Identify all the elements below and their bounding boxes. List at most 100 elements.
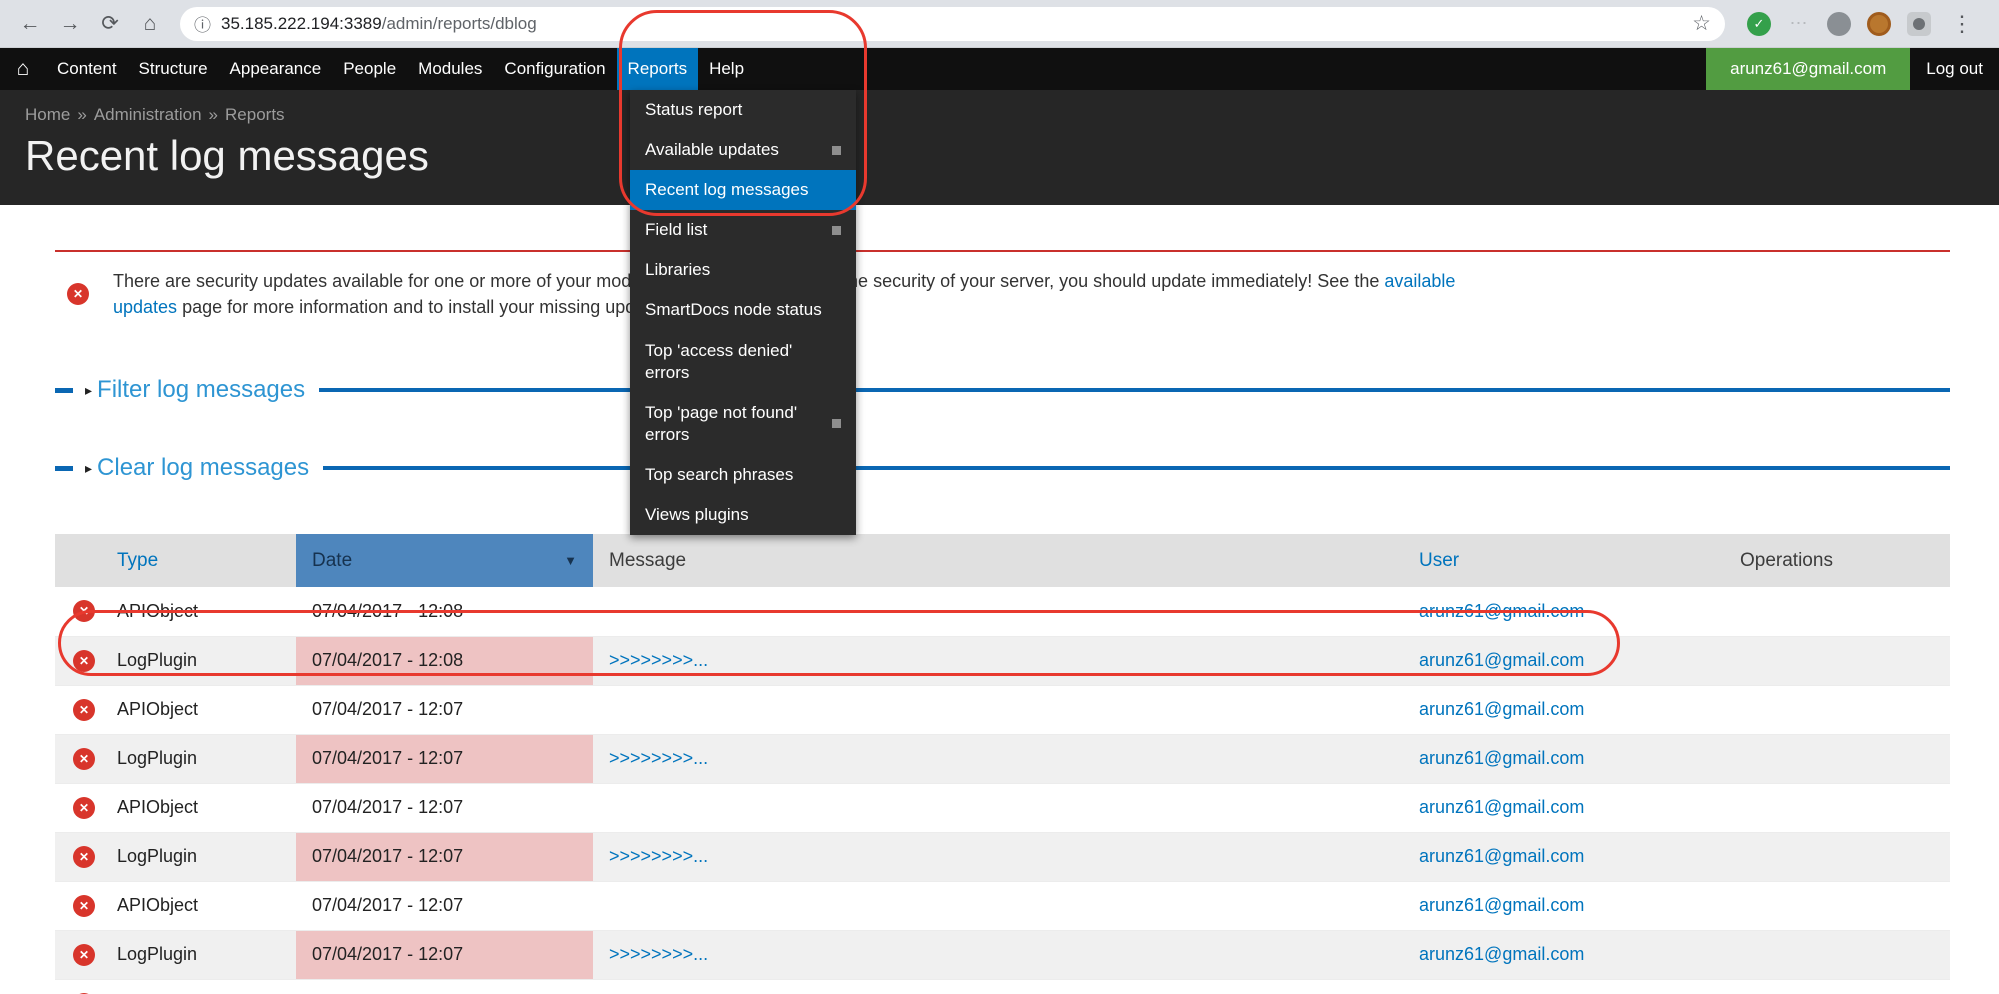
logout-link[interactable]: Log out — [1910, 48, 1999, 90]
log-table-row: ✕ LogPlugin 07/04/2017 - 12:07 >>>>>>>>.… — [55, 930, 1950, 979]
log-date-text: 07/04/2017 - 12:07 — [312, 699, 463, 719]
log-message-cell — [593, 685, 1403, 734]
log-type-cell: LogPlugin — [113, 832, 296, 881]
log-operations-cell — [1724, 685, 1950, 734]
log-user-cell: arunz61@gmail.com — [1403, 783, 1724, 832]
log-user-link[interactable]: arunz61@gmail.com — [1419, 846, 1584, 866]
table-header-row: Type Date ▼ Message User Operations — [55, 534, 1950, 587]
toolbar-item-configuration[interactable]: Configuration — [493, 48, 616, 90]
menu-item-recent-log-messages[interactable]: Recent log messages — [630, 170, 856, 210]
menu-item-views-plugins[interactable]: Views plugins — [630, 495, 856, 535]
breadcrumb-home-link[interactable]: Home — [25, 105, 70, 124]
sort-type-link[interactable]: Type — [117, 550, 158, 571]
menu-item-libraries[interactable]: Libraries — [630, 250, 856, 290]
log-user-cell: arunz61@gmail.com — [1403, 587, 1724, 636]
reload-icon[interactable]: ⟳ — [92, 6, 128, 42]
log-operations-cell — [1724, 636, 1950, 685]
log-date-cell: 07/04/2017 - 12:07 — [296, 930, 593, 979]
admin-home-icon[interactable]: ⌂ — [0, 48, 46, 90]
toolbar-item-people[interactable]: People — [332, 48, 407, 90]
account-email[interactable]: arunz61@gmail.com — [1706, 48, 1910, 90]
log-table-row: ✕ APIObject 07/04/2017 - 12:07 arunz61@g… — [55, 881, 1950, 930]
error-icon: ✕ — [73, 944, 95, 966]
log-operations-cell — [1724, 734, 1950, 783]
log-message-cell: >>>>>>>>... — [593, 636, 1403, 685]
orange-extension-icon[interactable] — [1867, 12, 1891, 36]
toolbar-item-modules[interactable]: Modules — [407, 48, 493, 90]
log-message-link[interactable]: >>>>>>>>... — [609, 944, 708, 964]
toolbar-item-structure[interactable]: Structure — [128, 48, 219, 90]
log-type-cell: LogPlugin — [113, 930, 296, 979]
log-user-link[interactable]: arunz61@gmail.com — [1419, 895, 1584, 915]
log-user-link[interactable]: arunz61@gmail.com — [1419, 944, 1584, 964]
log-message-link[interactable]: >>>>>>>>... — [609, 846, 708, 866]
update-badge-icon — [832, 226, 841, 235]
log-type-cell: LogPlugin — [113, 734, 296, 783]
log-user-link[interactable]: arunz61@gmail.com — [1419, 699, 1584, 719]
log-table-row: ✕ APIObject 07/04/2017 - 12:07 arunz61@g… — [55, 783, 1950, 832]
breadcrumb-reports-link[interactable]: Reports — [225, 105, 285, 124]
back-icon[interactable]: ← — [12, 6, 48, 42]
breadcrumb-separator: » — [77, 105, 86, 124]
sort-descending-icon: ▼ — [564, 553, 577, 568]
log-message-link[interactable]: >>>>>>>>... — [609, 748, 708, 768]
menu-item-available-updates[interactable]: Available updates — [630, 130, 856, 170]
log-date-cell: 07/04/2017 - 12:07 — [296, 979, 593, 994]
toolbar-item-help[interactable]: Help — [698, 48, 755, 90]
log-operations-cell — [1724, 587, 1950, 636]
menu-item-smartdocs-node-status[interactable]: SmartDocs node status — [630, 290, 856, 330]
gray-extension-icon[interactable] — [1827, 12, 1851, 36]
log-user-link[interactable]: arunz61@gmail.com — [1419, 797, 1584, 817]
filter-log-messages-toggle[interactable]: Filter log messages — [97, 376, 305, 404]
log-status-cell: ✕ — [55, 832, 113, 881]
log-user-link[interactable]: arunz61@gmail.com — [1419, 748, 1584, 768]
log-message-cell: >>>>>>>>... — [593, 734, 1403, 783]
log-user-cell: arunz61@gmail.com — [1403, 685, 1724, 734]
faded-dots-extension-icon[interactable]: ⋯ — [1787, 12, 1811, 36]
log-date-text: 07/04/2017 - 12:08 — [312, 601, 463, 621]
sort-date-header[interactable]: Date ▼ — [296, 534, 593, 587]
sort-user-link[interactable]: User — [1419, 550, 1459, 571]
browser-home-icon[interactable]: ⌂ — [132, 6, 168, 42]
toolbar-spacer — [755, 48, 1706, 90]
log-date-cell: 07/04/2017 - 12:08 — [296, 587, 593, 636]
security-warning-message: ✕ There are security updates available f… — [55, 250, 1950, 334]
forward-icon[interactable]: → — [52, 6, 88, 42]
toolbar-item-reports[interactable]: Reports — [617, 48, 699, 90]
menu-item-top-page-not-found-errors[interactable]: Top 'page not found' errors — [630, 393, 856, 455]
log-type-cell: LogPlugin — [113, 636, 296, 685]
log-user-link[interactable]: arunz61@gmail.com — [1419, 650, 1584, 670]
menu-item-label: Field list — [645, 219, 707, 241]
message-column-header: Message — [593, 534, 1403, 587]
log-message-link[interactable]: >>>>>>>>... — [609, 650, 708, 670]
capture-extension-icon[interactable] — [1907, 12, 1931, 36]
log-user-cell: arunz61@gmail.com — [1403, 832, 1724, 881]
menu-item-field-list[interactable]: Field list — [630, 210, 856, 250]
log-date-cell: 07/04/2017 - 12:07 — [296, 783, 593, 832]
log-type-cell: APIObject — [113, 881, 296, 930]
fieldset-dash-icon — [55, 466, 73, 471]
fieldset-dash-icon — [55, 388, 73, 393]
breadcrumb-administration-link[interactable]: Administration — [94, 105, 202, 124]
toolbar-item-appearance[interactable]: Appearance — [219, 48, 333, 90]
error-icon: ✕ — [73, 797, 95, 819]
menu-item-status-report[interactable]: Status report — [630, 90, 856, 130]
log-status-cell: ✕ — [55, 930, 113, 979]
log-operations-cell — [1724, 881, 1950, 930]
log-user-cell: arunz61@gmail.com — [1403, 930, 1724, 979]
log-operations-cell — [1724, 783, 1950, 832]
menu-item-top-search-phrases[interactable]: Top search phrases — [630, 455, 856, 495]
clear-log-messages-toggle[interactable]: Clear log messages — [97, 454, 309, 482]
page-info-icon[interactable]: ⓘ — [194, 11, 211, 36]
toolbar-item-content[interactable]: Content — [46, 48, 128, 90]
green-check-extension-icon[interactable]: ✓ — [1747, 12, 1771, 36]
menu-item-label: Available updates — [645, 139, 779, 161]
bookmark-star-icon[interactable]: ☆ — [1692, 11, 1711, 36]
menu-item-top-access-denied-errors[interactable]: Top 'access denied' errors — [630, 331, 856, 393]
browser-menu-icon[interactable]: ⋮ — [1947, 11, 1977, 37]
clear-log-messages-fieldset: ▸ Clear log messages — [55, 452, 1950, 484]
icon-column-header — [55, 534, 113, 587]
log-user-link[interactable]: arunz61@gmail.com — [1419, 601, 1584, 621]
address-bar[interactable]: ⓘ 35.185.222.194:3389/admin/reports/dblo… — [180, 7, 1725, 41]
menu-item-label: Status report — [645, 99, 742, 121]
